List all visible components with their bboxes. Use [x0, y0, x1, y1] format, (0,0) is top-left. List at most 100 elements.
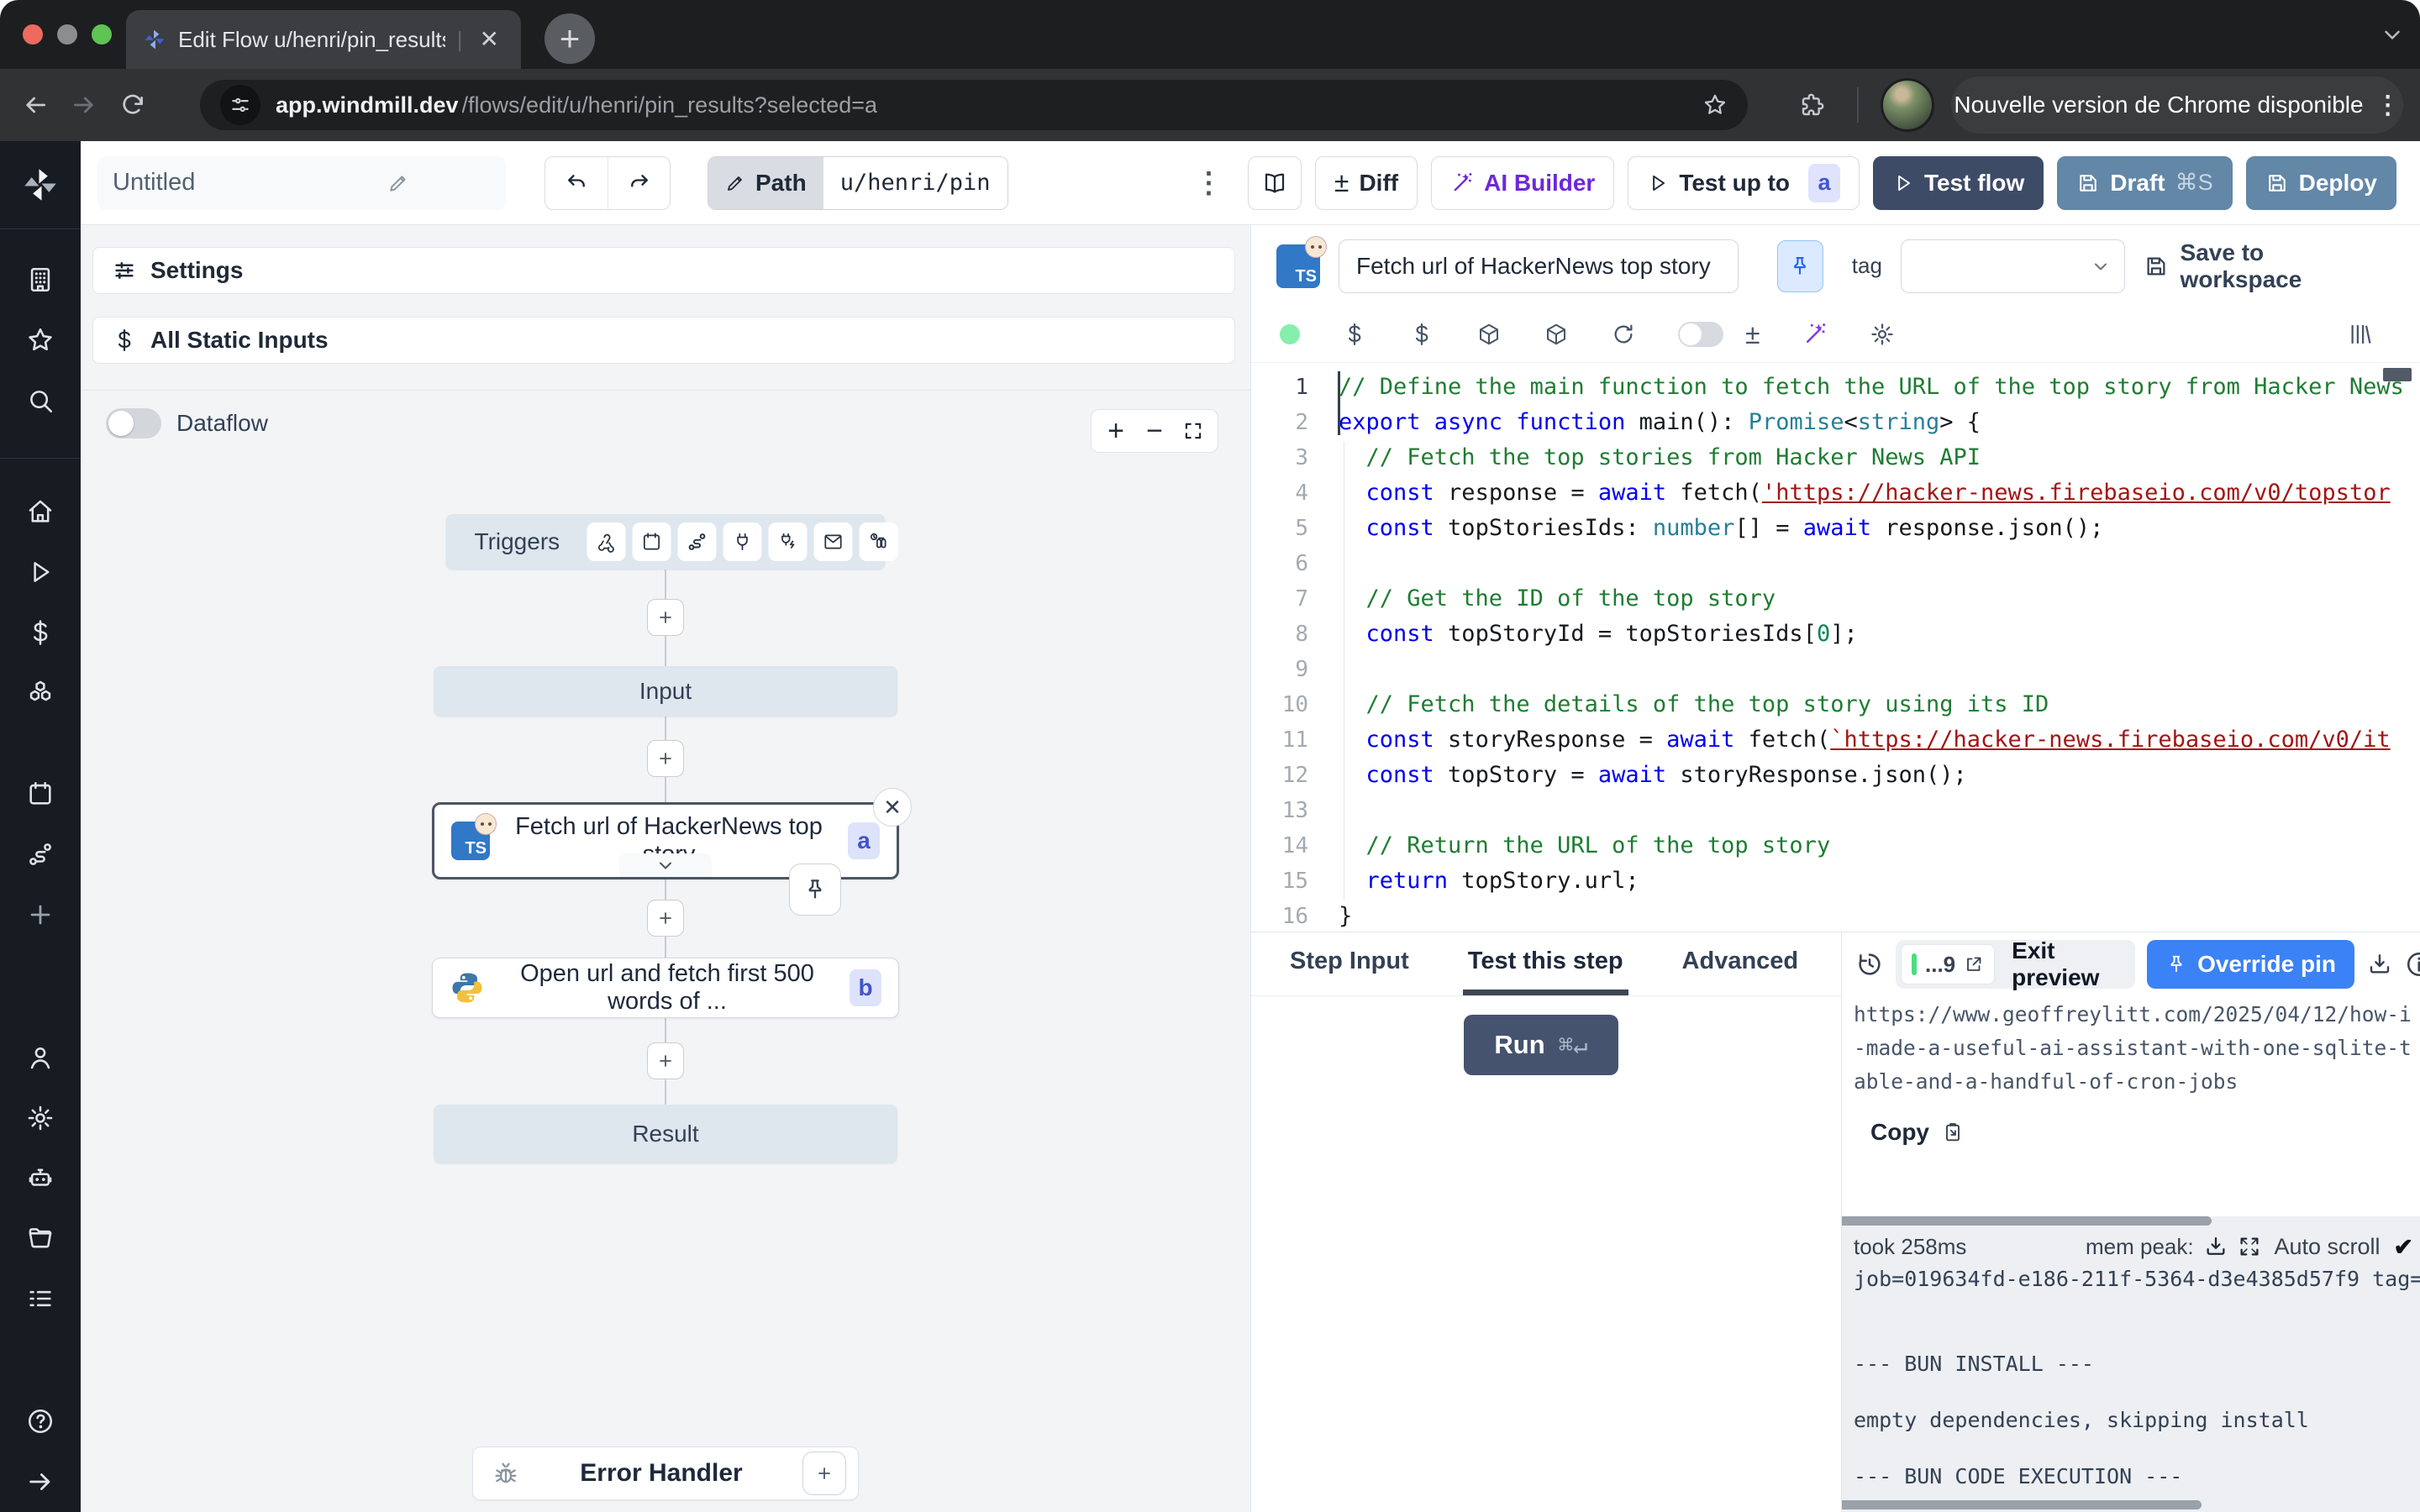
info-icon[interactable] — [2405, 950, 2420, 979]
download-result-icon[interactable] — [2366, 951, 2393, 978]
trigger-kafka-icon[interactable] — [768, 522, 807, 561]
history-icon[interactable] — [1855, 950, 1884, 979]
fit-view-button[interactable] — [1174, 412, 1213, 449]
log-scrollbar-top[interactable] — [1842, 1216, 2212, 1226]
rail-item-favorites[interactable] — [0, 310, 81, 370]
trigger-schedule-icon[interactable] — [632, 522, 671, 561]
add-step-button[interactable] — [647, 900, 684, 937]
gear-icon[interactable] — [1870, 322, 1895, 347]
refresh-icon[interactable] — [1611, 322, 1636, 347]
zoom-out-button[interactable]: − — [1135, 412, 1174, 449]
undo-button[interactable] — [545, 157, 608, 209]
rail-item-resources[interactable] — [0, 663, 81, 723]
minimize-window-button[interactable] — [57, 24, 77, 45]
test-flow-button[interactable]: Test flow — [1873, 156, 2044, 210]
rail-item-users[interactable] — [0, 1027, 81, 1088]
close-window-button[interactable] — [23, 24, 43, 45]
copy-button[interactable]: Copy — [1870, 1119, 1965, 1146]
bookmark-star-icon[interactable] — [1702, 92, 1728, 118]
log-scrollbar-bottom[interactable] — [1842, 1500, 2202, 1509]
wand-icon[interactable] — [1802, 322, 1828, 347]
tab-advanced[interactable]: Advanced — [1677, 932, 1804, 995]
trigger-webhook-icon[interactable] — [587, 522, 625, 561]
reload-icon[interactable] — [119, 92, 146, 118]
package-icon[interactable] — [1544, 322, 1569, 347]
deploy-button[interactable]: Deploy — [2246, 156, 2396, 210]
tab-search-caret-icon[interactable] — [2380, 22, 2405, 47]
remove-step-button[interactable]: ✕ — [873, 788, 912, 827]
diff-toggle[interactable] — [1678, 322, 1723, 347]
trigger-routes-icon[interactable] — [677, 522, 716, 561]
trigger-watch-icon[interactable] — [859, 522, 897, 561]
collapse-step-icon[interactable] — [619, 853, 712, 877]
external-link-icon[interactable] — [1964, 954, 1984, 974]
plusminus-icon[interactable]: ± — [1745, 319, 1760, 350]
chrome-update-button[interactable]: Nouvelle version de Chrome disponible ⋮ — [1951, 76, 2403, 134]
rail-item-logo[interactable] — [0, 141, 81, 228]
rail-item-triggers[interactable] — [0, 824, 81, 885]
add-error-handler-button[interactable] — [802, 1452, 846, 1495]
input-node[interactable]: Input — [434, 666, 897, 717]
rail-item-runs[interactable] — [0, 542, 81, 602]
path-edit-button[interactable]: Path — [708, 157, 823, 209]
browser-tab[interactable]: Edit Flow u/henri/pin_results | ✕ — [126, 10, 521, 69]
rail-item-create[interactable] — [0, 885, 81, 945]
autoscroll-check-icon[interactable]: ✔ — [2394, 1233, 2413, 1261]
job-chip[interactable]: ...9 — [1901, 944, 1995, 984]
profile-avatar[interactable] — [1881, 78, 1934, 132]
triggers-node[interactable]: Triggers — [446, 514, 886, 570]
step-title-input[interactable] — [1339, 239, 1739, 293]
step-node-a[interactable]: TS Fetch url of HackerNews top story a ✕ — [432, 802, 899, 879]
override-pin-button[interactable]: Override pin — [2147, 940, 2354, 989]
run-button[interactable]: Run ⌘↵ — [1464, 1015, 1618, 1075]
rail-item-schedules[interactable] — [0, 764, 81, 824]
settings-button[interactable]: Settings — [92, 247, 1235, 294]
pin-toggle-button[interactable] — [1777, 240, 1823, 292]
chrome-menu-icon[interactable]: ⋮ — [2375, 91, 2401, 120]
exit-preview-button[interactable]: Exit preview — [1996, 937, 2132, 991]
add-step-button[interactable] — [647, 740, 684, 777]
rail-item-folders[interactable] — [0, 1208, 81, 1268]
site-info-icon[interactable] — [220, 85, 260, 125]
rail-item-help[interactable] — [0, 1391, 81, 1452]
result-node[interactable]: Result — [434, 1105, 897, 1163]
rail-item-workers[interactable] — [0, 1147, 81, 1208]
expand-logs-icon[interactable] — [2237, 1234, 2262, 1259]
rail-item-search[interactable] — [0, 370, 81, 431]
tab-close-button[interactable]: ✕ — [475, 26, 504, 53]
draft-button[interactable]: Draft⌘S — [2057, 156, 2232, 210]
new-tab-button[interactable]: + — [544, 13, 595, 64]
back-icon[interactable] — [22, 92, 49, 118]
rail-item-workspace[interactable] — [0, 249, 81, 310]
library-icon[interactable] — [2348, 322, 2373, 347]
code-editor[interactable]: 12345678910111213141516 // Define the ma… — [1251, 362, 2420, 932]
address-bar[interactable]: app.windmill.dev /flows/edit/u/henri/pin… — [200, 80, 1748, 130]
diff-button[interactable]: ±Diff — [1315, 156, 1418, 210]
error-handler-node[interactable]: Error Handler — [472, 1446, 859, 1500]
pinned-indicator[interactable] — [789, 864, 841, 916]
tab-step-input[interactable]: Step Input — [1285, 932, 1414, 995]
dollar-icon[interactable] — [1342, 322, 1367, 347]
all-static-inputs-button[interactable]: All Static Inputs — [92, 317, 1235, 364]
rail-item-home[interactable] — [0, 481, 81, 542]
redo-button[interactable] — [608, 157, 670, 209]
rail-item-expand-sidebar[interactable] — [0, 1452, 81, 1512]
dataflow-toggle[interactable] — [106, 408, 161, 438]
test-up-to-button[interactable]: Test up toa — [1628, 156, 1860, 210]
trigger-email-icon[interactable] — [813, 522, 852, 561]
step-node-b[interactable]: Open url and fetch first 500 words of ..… — [432, 958, 899, 1018]
extensions-icon[interactable] — [1798, 92, 1825, 119]
trigger-websocket-icon[interactable] — [723, 522, 761, 561]
add-step-button[interactable] — [647, 599, 684, 636]
more-options-icon[interactable]: ⋮ — [1195, 166, 1223, 200]
rail-item-settings[interactable] — [0, 1088, 81, 1148]
zoom-in-button[interactable]: + — [1097, 412, 1135, 449]
path-value[interactable]: u/henri/pin — [823, 157, 1007, 209]
rail-item-variables[interactable] — [0, 602, 81, 663]
add-step-button[interactable] — [647, 1042, 684, 1079]
dollar-icon[interactable] — [1409, 322, 1434, 347]
editor-minimap[interactable] — [2383, 368, 2412, 381]
package-icon[interactable] — [1476, 322, 1502, 347]
tab-test-this-step[interactable]: Test this step — [1463, 932, 1628, 995]
docs-button[interactable] — [1248, 156, 1302, 210]
